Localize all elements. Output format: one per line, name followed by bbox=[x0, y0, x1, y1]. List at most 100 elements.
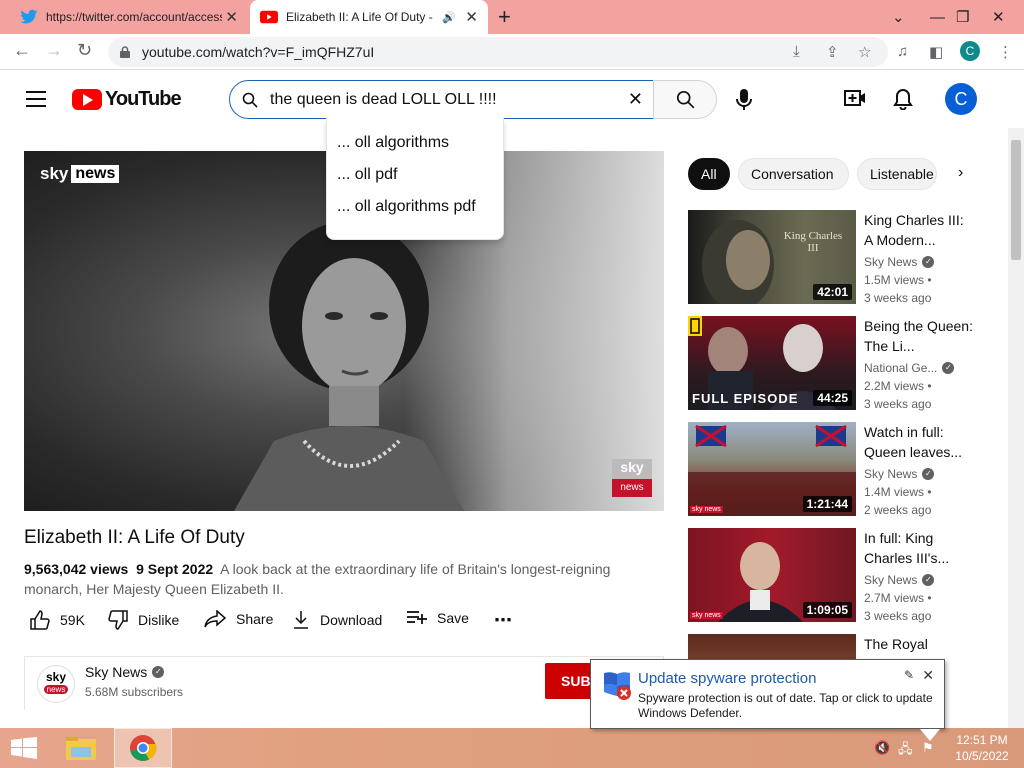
recommended-video[interactable]: FULL EPISODE 44:25 Being the Queen: The … bbox=[688, 316, 1008, 412]
back-arrow-icon[interactable]: ← bbox=[13, 40, 31, 61]
video-frame-portrait bbox=[234, 221, 464, 511]
more-actions-icon[interactable]: ⋯ bbox=[494, 610, 512, 631]
clear-search-icon[interactable]: ✕ bbox=[628, 89, 643, 110]
media-control-icon[interactable]: ♫ bbox=[897, 43, 908, 60]
video-duration: 44:25 bbox=[813, 390, 852, 406]
verified-check-icon: ✓ bbox=[152, 666, 165, 678]
chip-all[interactable]: All bbox=[688, 158, 730, 190]
scrollbar-thumb[interactable] bbox=[1011, 140, 1021, 260]
speaker-icon[interactable]: 🔊 bbox=[442, 11, 456, 24]
search-button[interactable] bbox=[653, 80, 717, 119]
suggestion-item[interactable]: ... oll pdf bbox=[327, 166, 503, 198]
tab-twitter[interactable]: https://twitter.com/account/access ✕ bbox=[8, 0, 248, 34]
video-title[interactable]: Watch in full: Queen leaves... bbox=[864, 422, 974, 462]
search-query: the queen is dead LOLL OLL !!!! bbox=[270, 90, 497, 108]
tab-youtube[interactable]: Elizabeth II: A Life Of Duty - YouTube 🔊… bbox=[250, 0, 488, 34]
close-tab-icon[interactable]: ✕ bbox=[465, 8, 478, 26]
video-thumbnail[interactable]: sky news 1:09:05 bbox=[688, 528, 856, 622]
video-thumbnail[interactable]: sky news 1:21:44 bbox=[688, 422, 856, 516]
suggestion-item[interactable]: ... oll algorithms bbox=[327, 134, 503, 166]
tab-search-chevron-icon[interactable]: ⌄ bbox=[892, 0, 905, 34]
network-icon[interactable]: 🖧 bbox=[898, 740, 913, 762]
dislike-button[interactable]: Dislike bbox=[108, 610, 179, 630]
thumbnail-text: King Charles III bbox=[783, 230, 843, 254]
new-tab-button[interactable]: + bbox=[498, 6, 511, 28]
account-avatar[interactable]: C bbox=[945, 83, 977, 115]
channel-name-text: Sky News bbox=[864, 467, 918, 481]
more-menu-icon[interactable]: ⋮ bbox=[998, 43, 1013, 61]
share-arrow-icon bbox=[204, 610, 226, 628]
file-explorer-button[interactable] bbox=[58, 728, 104, 768]
watermark-sky: sky bbox=[40, 164, 69, 183]
like-button[interactable]: 59K bbox=[30, 610, 85, 630]
url-text: youtube.com/watch?v=F_imQFHZ7uI bbox=[142, 44, 375, 60]
restore-button[interactable]: ❐ bbox=[956, 0, 969, 34]
profile-avatar[interactable]: C bbox=[960, 41, 980, 61]
upload-age: 3 weeks ago bbox=[864, 291, 932, 305]
suggestion-item[interactable]: ... oll algorithms pdf bbox=[327, 198, 503, 230]
video-duration: 42:01 bbox=[813, 284, 852, 300]
close-window-button[interactable]: ✕ bbox=[992, 0, 1005, 34]
defender-notification[interactable]: Update spyware protection Spyware protec… bbox=[590, 659, 945, 729]
menu-icon[interactable] bbox=[26, 91, 46, 107]
chevron-right-icon[interactable]: › bbox=[958, 164, 963, 182]
channel-name[interactable]: National Ge... ✓ bbox=[864, 361, 955, 375]
channel-name[interactable]: Sky News ✓ bbox=[864, 573, 935, 587]
video-title: Elizabeth II: A Life Of Duty bbox=[24, 527, 245, 548]
browser-toolbar: ← → ↻ youtube.com/watch?v=F_imQFHZ7uI ⤓ … bbox=[0, 34, 1024, 70]
minimize-button[interactable]: — bbox=[930, 0, 945, 34]
bookmark-star-icon[interactable]: ☆ bbox=[858, 43, 871, 61]
share-page-icon[interactable]: ⇪ bbox=[826, 43, 839, 61]
start-button[interactable] bbox=[0, 728, 48, 768]
tab-title: Elizabeth II: A Life Of Duty - YouTube bbox=[286, 10, 434, 24]
chip-listenable[interactable]: Listenable bbox=[857, 158, 937, 190]
forward-arrow-icon[interactable]: → bbox=[45, 40, 63, 61]
video-description[interactable]: 9,563,042 views 9 Sept 2022 A look back … bbox=[24, 559, 644, 599]
side-panel-icon[interactable]: ◧ bbox=[929, 43, 943, 61]
recommended-video[interactable]: King Charles III 42:01 King Charles III:… bbox=[688, 210, 1008, 306]
close-tab-icon[interactable]: ✕ bbox=[225, 8, 238, 26]
install-icon[interactable]: ⤓ bbox=[793, 43, 800, 60]
recommended-video[interactable]: sky news 1:21:44 Watch in full: Queen le… bbox=[688, 422, 1008, 518]
address-bar[interactable]: youtube.com/watch?v=F_imQFHZ7uI bbox=[108, 37, 888, 67]
share-button[interactable]: Share bbox=[204, 610, 273, 628]
thumbnail-text: sky news bbox=[690, 506, 723, 513]
video-title[interactable]: In full: King Charles III's... bbox=[864, 528, 974, 568]
video-title[interactable]: King Charles III: A Modern... bbox=[864, 210, 974, 250]
video-thumbnail[interactable]: FULL EPISODE 44:25 bbox=[688, 316, 856, 410]
chrome-taskbar-button[interactable] bbox=[114, 728, 172, 768]
volume-muted-icon[interactable]: 🔇 bbox=[874, 740, 890, 756]
video-title[interactable]: The Royal bbox=[864, 634, 974, 654]
pin-icon[interactable]: ✎ bbox=[904, 668, 914, 682]
dislike-label: Dislike bbox=[138, 612, 180, 628]
download-button[interactable]: Download bbox=[292, 610, 382, 630]
upload-age: 3 weeks ago bbox=[864, 609, 932, 623]
channel-name[interactable]: Sky News ✓ bbox=[864, 255, 935, 269]
create-video-icon[interactable] bbox=[844, 88, 866, 108]
channel-name[interactable]: Sky News ✓ bbox=[85, 664, 165, 680]
recommended-video[interactable]: sky news 1:09:05 In full: King Charles I… bbox=[688, 528, 1008, 624]
channel-row: sky news Sky News ✓ 5.68M subscribers SU… bbox=[24, 656, 664, 710]
save-button[interactable]: Save bbox=[407, 610, 469, 626]
reload-icon[interactable]: ↻ bbox=[77, 40, 92, 61]
notifications-bell-icon[interactable] bbox=[893, 88, 913, 110]
channel-name[interactable]: Sky News ✓ bbox=[864, 467, 935, 481]
lock-icon bbox=[120, 46, 130, 58]
microphone-icon[interactable] bbox=[736, 89, 752, 111]
chip-conversation[interactable]: Conversation bbox=[738, 158, 849, 190]
channel-avatar-bottom: news bbox=[44, 685, 68, 694]
system-clock[interactable]: 12:51 PM 10/5/2022 bbox=[948, 732, 1016, 764]
like-count: 59K bbox=[60, 612, 85, 628]
view-count: 1.4M views • bbox=[864, 485, 932, 499]
action-center-alert-icon[interactable]: ⚑ bbox=[922, 740, 934, 756]
video-title[interactable]: Being the Queen: The Li... bbox=[864, 316, 974, 356]
download-icon bbox=[294, 611, 308, 629]
video-thumbnail[interactable]: King Charles III 42:01 bbox=[688, 210, 856, 304]
view-count: 1.5M views • bbox=[864, 273, 932, 287]
close-notification-icon[interactable]: ✕ bbox=[922, 667, 934, 684]
search-input[interactable]: the queen is dead LOLL OLL !!!! ✕ bbox=[229, 80, 654, 119]
search-icon bbox=[676, 90, 695, 109]
youtube-icon bbox=[260, 10, 278, 24]
youtube-logo[interactable]: YouTube bbox=[72, 88, 182, 111]
channel-avatar[interactable]: sky news bbox=[37, 665, 75, 703]
